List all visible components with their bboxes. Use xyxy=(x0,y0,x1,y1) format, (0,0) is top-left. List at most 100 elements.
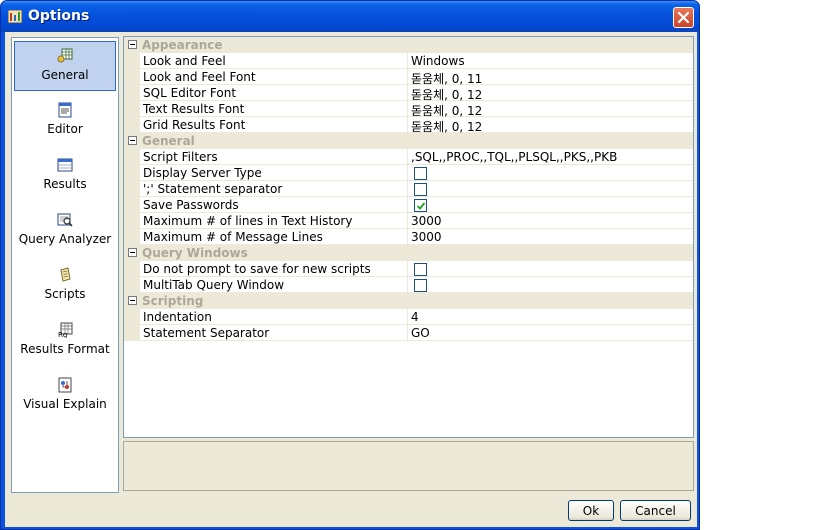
property-row[interactable]: Maximum # of Message Lines 3000 xyxy=(124,229,693,245)
column-divider[interactable] xyxy=(407,277,408,293)
property-row[interactable]: MultiTab Query Window xyxy=(124,277,693,293)
category-label: General xyxy=(142,134,195,148)
sidebar-item-general[interactable]: General xyxy=(14,41,116,91)
property-row[interactable]: Look and Feel Font 돋움체, 0, 11 xyxy=(124,69,693,85)
collapse-icon[interactable] xyxy=(128,40,137,49)
property-name: Indentation xyxy=(143,310,212,324)
property-name: Do not prompt to save for new scripts xyxy=(143,262,371,276)
description-pane xyxy=(123,441,694,491)
cancel-button[interactable]: Cancel xyxy=(620,500,691,521)
property-grid: Appearance Look and Feel Windows Look and F… xyxy=(123,36,694,438)
property-row[interactable]: Text Results Font 돋움체, 0, 12 xyxy=(124,101,693,117)
property-checkbox[interactable] xyxy=(414,199,427,212)
property-value[interactable]: 돋움체, 0, 12 xyxy=(411,118,691,133)
category-general: General xyxy=(124,133,693,149)
property-value[interactable]: 돋움체, 0, 12 xyxy=(411,102,691,117)
collapse-icon[interactable] xyxy=(128,296,137,305)
scripts-icon xyxy=(57,267,73,283)
property-row[interactable]: Look and Feel Windows xyxy=(124,53,693,69)
results-icon xyxy=(57,157,73,173)
row-margin xyxy=(124,69,140,85)
row-margin xyxy=(124,213,140,229)
sidebar-item-label: Results Format xyxy=(20,342,110,356)
property-name: Save Passwords xyxy=(143,198,239,212)
property-name: MultiTab Query Window xyxy=(143,278,285,292)
property-value[interactable]: 돋움체, 0, 12 xyxy=(411,86,691,101)
sidebar-item-label: General xyxy=(41,68,89,82)
property-value[interactable]: ,SQL,,PROC,,TQL,,PLSQL,,PKS,,PKB xyxy=(411,150,691,165)
column-divider[interactable] xyxy=(407,117,408,133)
row-margin xyxy=(124,309,140,325)
category-label: Query Windows xyxy=(142,246,248,260)
column-divider[interactable] xyxy=(407,85,408,101)
property-name: Look and Feel xyxy=(143,54,226,68)
property-row[interactable]: ';' Statement separator xyxy=(124,181,693,197)
property-row[interactable]: Script Filters ,SQL,,PROC,,TQL,,PLSQL,,PK… xyxy=(124,149,693,165)
property-name: Statement Separator xyxy=(143,326,270,340)
app-icon xyxy=(8,10,22,23)
property-value[interactable]: GO xyxy=(411,326,691,341)
property-value[interactable]: 돋움체, 0, 11 xyxy=(411,70,691,85)
column-divider[interactable] xyxy=(407,101,408,117)
property-name: Script Filters xyxy=(143,150,218,164)
svg-text:Rg: Rg xyxy=(58,331,67,338)
column-divider[interactable] xyxy=(407,213,408,229)
close-button[interactable] xyxy=(673,7,694,28)
property-row[interactable]: Statement Separator GO xyxy=(124,325,693,341)
column-divider[interactable] xyxy=(407,261,408,277)
property-row[interactable]: Maximum # of lines in Text History 3000 xyxy=(124,213,693,229)
sidebar-item-label: Scripts xyxy=(44,287,86,301)
property-checkbox[interactable] xyxy=(414,263,427,276)
sidebar-item-label: Visual Explain xyxy=(23,397,107,411)
sidebar-item-editor[interactable]: Editor xyxy=(14,96,116,146)
sidebar-item-label: Query Analyzer xyxy=(18,232,112,246)
property-value[interactable]: 3000 xyxy=(411,214,691,229)
row-margin xyxy=(124,101,140,117)
sidebar-item-query-analyzer[interactable]: Query Analyzer xyxy=(14,206,116,256)
column-divider[interactable] xyxy=(407,53,408,69)
row-margin xyxy=(124,85,140,101)
row-margin xyxy=(124,325,140,341)
column-divider[interactable] xyxy=(407,165,408,181)
property-row[interactable]: SQL Editor Font 돋움체, 0, 12 xyxy=(124,85,693,101)
property-name: ';' Statement separator xyxy=(143,182,283,196)
collapse-icon[interactable] xyxy=(128,248,137,257)
property-value[interactable]: Windows xyxy=(411,54,691,69)
dialog-body: General Editor Results Query Analyzer Script… xyxy=(5,32,697,527)
sidebar-item-scripts[interactable]: Scripts xyxy=(14,261,116,311)
property-value[interactable]: 3000 xyxy=(411,230,691,245)
property-name: SQL Editor Font xyxy=(143,86,237,100)
property-value[interactable]: 4 xyxy=(411,310,691,325)
column-divider[interactable] xyxy=(407,325,408,341)
property-row[interactable]: Save Passwords xyxy=(124,197,693,213)
column-divider[interactable] xyxy=(407,197,408,213)
row-margin xyxy=(124,149,140,165)
column-divider[interactable] xyxy=(407,229,408,245)
property-row[interactable]: Do not prompt to save for new scripts xyxy=(124,261,693,277)
property-name: Maximum # of lines in Text History xyxy=(143,214,353,228)
sidebar-item-visual-explain[interactable]: Visual Explain xyxy=(14,371,116,421)
row-margin xyxy=(124,53,140,69)
column-divider[interactable] xyxy=(407,149,408,165)
property-row[interactable]: Display Server Type xyxy=(124,165,693,181)
collapse-icon[interactable] xyxy=(128,136,137,145)
options-sidebar: General Editor Results Query Analyzer Script… xyxy=(11,37,119,493)
property-checkbox[interactable] xyxy=(414,167,427,180)
editor-icon xyxy=(57,102,73,118)
sidebar-item-results[interactable]: Results xyxy=(14,151,116,201)
property-name: Display Server Type xyxy=(143,166,262,180)
column-divider[interactable] xyxy=(407,181,408,197)
title-bar[interactable]: Options xyxy=(1,1,699,32)
row-margin xyxy=(124,117,140,133)
sidebar-item-results-format[interactable]: Rg Results Format xyxy=(14,316,116,366)
property-row[interactable]: Grid Results Font 돋움체, 0, 12 xyxy=(124,117,693,133)
column-divider[interactable] xyxy=(407,69,408,85)
property-row[interactable]: Indentation 4 xyxy=(124,309,693,325)
property-checkbox[interactable] xyxy=(414,279,427,292)
visual-explain-icon xyxy=(57,377,73,393)
ok-button[interactable]: Ok xyxy=(568,500,614,521)
property-checkbox[interactable] xyxy=(414,183,427,196)
category-query-windows: Query Windows xyxy=(124,245,693,261)
column-divider[interactable] xyxy=(407,309,408,325)
sidebar-item-label: Editor xyxy=(47,122,83,136)
